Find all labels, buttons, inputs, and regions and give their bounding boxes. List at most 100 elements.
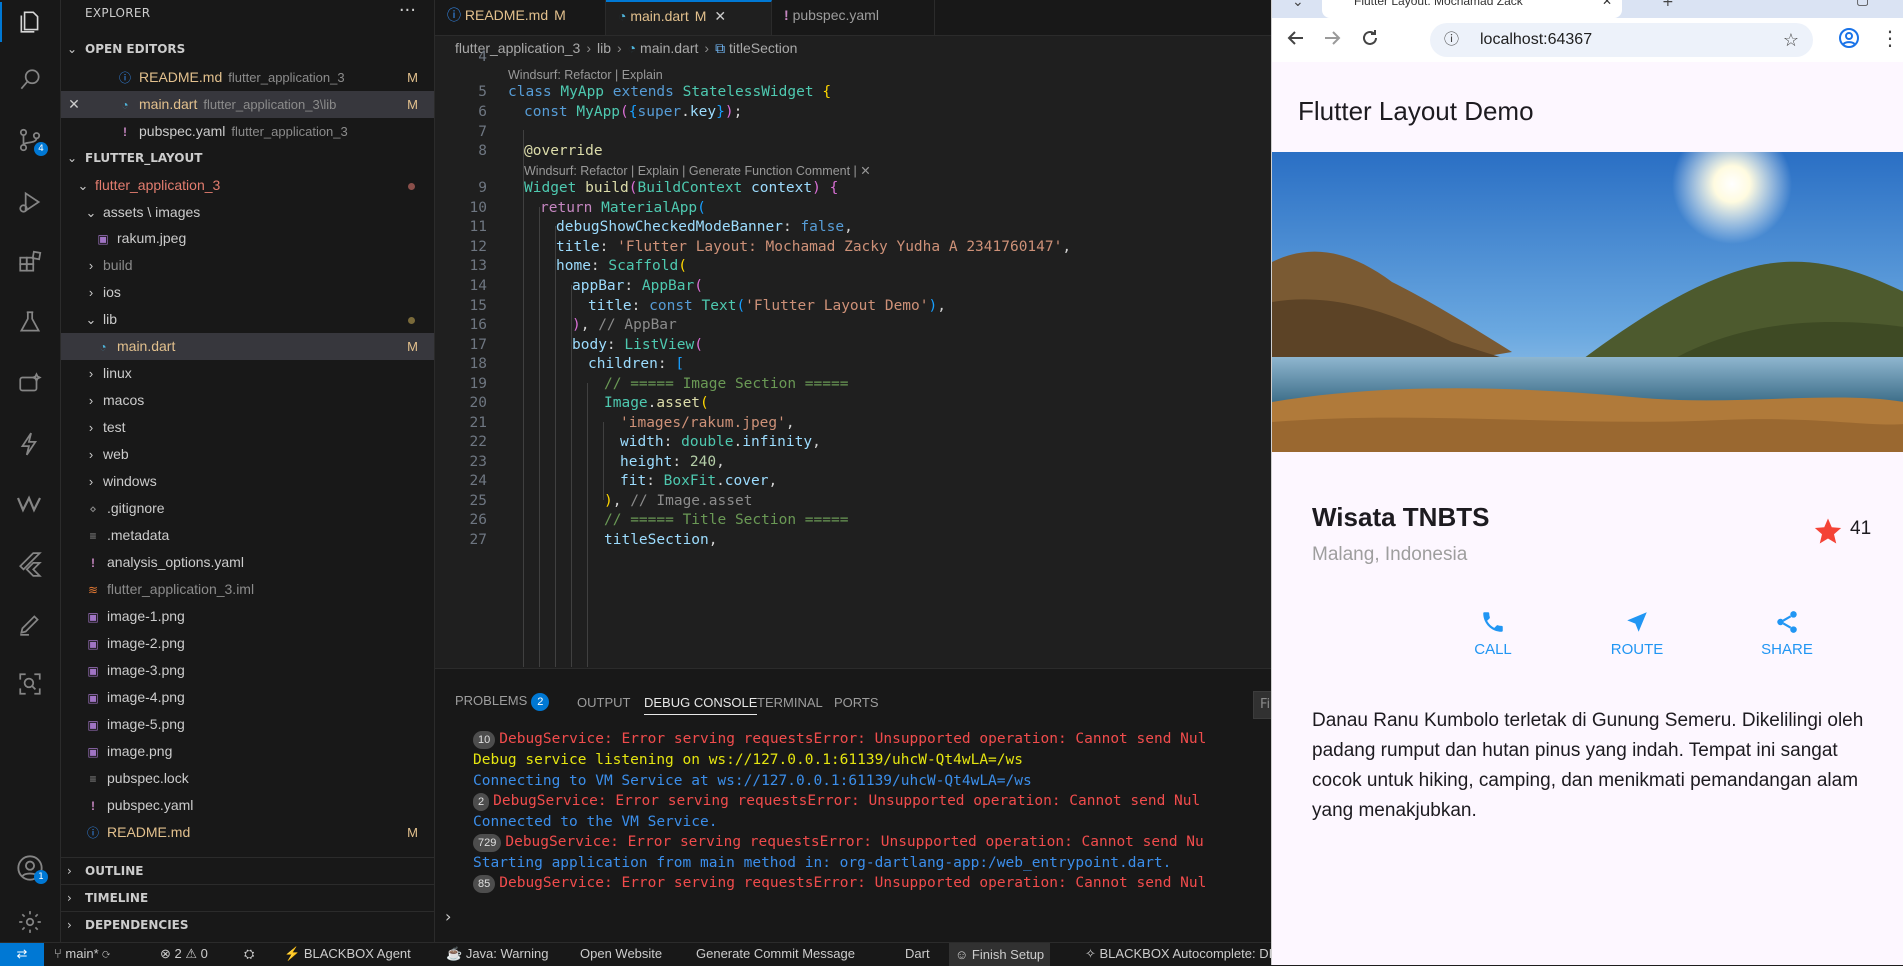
- language-mode[interactable]: Dart: [905, 946, 930, 961]
- line-number: 27: [469, 532, 487, 548]
- tree-file-metadata[interactable]: ≡ .metadata: [61, 522, 434, 549]
- open-website-button[interactable]: Open Website: [580, 946, 662, 961]
- generate-commit-button[interactable]: Generate Commit Message: [696, 946, 855, 961]
- tree-folder-web[interactable]: › web: [61, 441, 434, 468]
- tree-folder-lib[interactable]: ⌄ lib: [61, 306, 434, 333]
- tree-file-pubspec-lock[interactable]: ≡ pubspec.lock: [61, 765, 434, 792]
- java-status[interactable]: ☕ Java: Warning: [446, 946, 548, 962]
- blackbox-agent[interactable]: ⚡ BLACKBOX Agent: [284, 946, 411, 962]
- lightning-icon: ⚡: [284, 946, 304, 961]
- menu-dots-icon[interactable]: ⋮: [1880, 26, 1900, 50]
- open-editor-readme[interactable]: ⓘ README.md flutter_application_3 M: [61, 64, 434, 91]
- tree-file-iml[interactable]: ≋ flutter_application_3.iml: [61, 576, 434, 603]
- screen-search-icon[interactable]: [14, 668, 46, 700]
- tab-main-dart[interactable]: ◔ main.dart M ✕: [606, 0, 772, 35]
- new-tab-icon[interactable]: +: [1662, 0, 1674, 10]
- reload-icon[interactable]: [1360, 28, 1380, 53]
- testing-icon[interactable]: [14, 306, 46, 338]
- open-editor-main-dart[interactable]: ✕ ◔ main.dart flutter_application_3\lib M: [61, 91, 434, 118]
- tree-folder-linux[interactable]: › linux: [61, 360, 434, 387]
- run-debug-icon[interactable]: [14, 186, 46, 218]
- bookmark-star-icon[interactable]: ☆: [1783, 23, 1799, 57]
- tab-search-icon[interactable]: ⌄: [1292, 0, 1304, 10]
- debug-icon[interactable]: ⛭: [244, 946, 254, 962]
- console-line: 2 DebugService: Error serving requestsErr…: [473, 793, 1200, 811]
- tab-readme[interactable]: ⓘ README.md M: [435, 0, 606, 35]
- share-button[interactable]: SHARE: [1737, 609, 1837, 658]
- tree-file-image-4[interactable]: ▣ image-4.png: [61, 684, 434, 711]
- blackbox-autocomplete[interactable]: ✧ BLACKBOX Autocomplete: DIS: [1085, 946, 1281, 962]
- tree-file-image-5[interactable]: ▣ image-5.png: [61, 711, 434, 738]
- tab-debug-console[interactable]: DEBUG CONSOLE: [644, 695, 758, 715]
- search-icon[interactable]: [14, 64, 46, 96]
- tree-folder-windows[interactable]: › windows: [61, 468, 434, 495]
- site-info-icon[interactable]: ⓘ: [1444, 23, 1459, 57]
- extensions-icon[interactable]: [14, 246, 46, 278]
- pen-icon[interactable]: [14, 608, 46, 640]
- files-icon[interactable]: [14, 6, 46, 38]
- lightning-icon[interactable]: [14, 428, 46, 460]
- tab-pubspec[interactable]: ! pubspec.yaml: [772, 0, 935, 35]
- tree-file-readme[interactable]: ⓘ README.md M: [61, 819, 434, 846]
- browser-tab[interactable]: Flutter Layout: Mochamad Zack ✕: [1322, 0, 1622, 18]
- tree-folder-ios[interactable]: › ios: [61, 279, 434, 306]
- forward-icon[interactable]: [1322, 28, 1342, 53]
- call-button[interactable]: CALL: [1443, 609, 1543, 658]
- more-actions-button[interactable]: ···: [399, 0, 416, 21]
- route-button[interactable]: ROUTE: [1587, 609, 1687, 658]
- remote-indicator-icon[interactable]: ⇄: [0, 943, 44, 966]
- flutter-icon[interactable]: [14, 548, 46, 580]
- git-branch[interactable]: ⑂ main* ⟳: [54, 946, 110, 961]
- finish-setup-button[interactable]: ☺ Finish Setup: [949, 943, 1051, 966]
- line-number: 13: [469, 258, 487, 274]
- code-line: title: 'Flutter Layout: Mochamad Zacky Y…: [556, 239, 1072, 255]
- code-lens[interactable]: Windsurf: Refactor | Explain: [508, 68, 663, 82]
- tree-file-analysis-options[interactable]: ! analysis_options.yaml: [61, 549, 434, 576]
- tree-folder-assets[interactable]: ⌄ assets \ images: [61, 199, 434, 226]
- tree-folder-flutter-app[interactable]: ⌄ flutter_application_3: [61, 172, 434, 199]
- tab-terminal[interactable]: TERMINAL: [757, 695, 823, 710]
- problems-status[interactable]: ⊗ 2 ⚠ 0: [160, 946, 208, 962]
- breadcrumb-item[interactable]: lib: [597, 40, 611, 56]
- close-icon[interactable]: ✕: [61, 91, 87, 118]
- windsurf-icon[interactable]: [14, 488, 46, 520]
- tree-file-rakum[interactable]: ▣ rakum.jpeg: [61, 225, 434, 252]
- tree-file-gitignore[interactable]: ⋄ .gitignore: [61, 495, 434, 522]
- ai-sparkle-icon[interactable]: [14, 368, 46, 400]
- tab-problems[interactable]: PROBLEMS 2: [455, 693, 550, 711]
- open-editors-header[interactable]: ⌄ OPEN EDITORS: [61, 36, 434, 62]
- back-icon[interactable]: [1286, 28, 1306, 53]
- open-editor-pubspec[interactable]: ! pubspec.yaml flutter_application_3: [61, 118, 434, 145]
- tree-file-main-dart[interactable]: ◔ main.dart M: [61, 333, 434, 360]
- dependencies-header[interactable]: › DEPENDENCIES: [61, 911, 434, 938]
- console-input-prompt[interactable]: ›: [445, 907, 451, 926]
- breadcrumb-item[interactable]: main.dart: [640, 40, 698, 56]
- tree-file-image-1[interactable]: ▣ image-1.png: [61, 603, 434, 630]
- address-bar[interactable]: ⓘ localhost:64367 ☆: [1430, 23, 1813, 57]
- error-icon: ⊗: [160, 946, 175, 961]
- code-area[interactable]: 4 Windsurf: Refactor | Explain 5 class M…: [435, 49, 1271, 667]
- code-lens[interactable]: Windsurf: Refactor | Explain | Generate …: [524, 163, 871, 178]
- accounts-icon[interactable]: 1: [14, 852, 48, 884]
- profile-icon[interactable]: [1837, 26, 1861, 55]
- tree-file-pubspec-yaml[interactable]: ! pubspec.yaml: [61, 792, 434, 819]
- maximize-icon[interactable]: ▢: [1856, 0, 1869, 8]
- close-tab-icon[interactable]: ✕: [714, 8, 726, 24]
- breadcrumb-item[interactable]: titleSection: [729, 40, 797, 56]
- outline-header[interactable]: › OUTLINE: [61, 857, 434, 884]
- timeline-header[interactable]: › TIMELINE: [61, 884, 434, 911]
- tab-output[interactable]: OUTPUT: [577, 695, 630, 710]
- tree-file-image-3[interactable]: ▣ image-3.png: [61, 657, 434, 684]
- tree-folder-test[interactable]: › test: [61, 414, 434, 441]
- settings-gear-icon[interactable]: [14, 906, 46, 938]
- filter-input[interactable]: Fil: [1253, 691, 1271, 719]
- close-tab-icon[interactable]: ✕: [1602, 0, 1612, 8]
- workspace-header[interactable]: ⌄ FLUTTER_LAYOUT: [61, 145, 434, 171]
- tree-folder-build[interactable]: › build: [61, 252, 434, 279]
- tree-folder-macos[interactable]: › macos: [61, 387, 434, 414]
- source-control-icon[interactable]: 4: [14, 124, 48, 156]
- tree-file-image[interactable]: ▣ image.png: [61, 738, 434, 765]
- tree-file-image-2[interactable]: ▣ image-2.png: [61, 630, 434, 657]
- tab-ports[interactable]: PORTS: [834, 695, 879, 710]
- line-number: 17: [469, 337, 487, 353]
